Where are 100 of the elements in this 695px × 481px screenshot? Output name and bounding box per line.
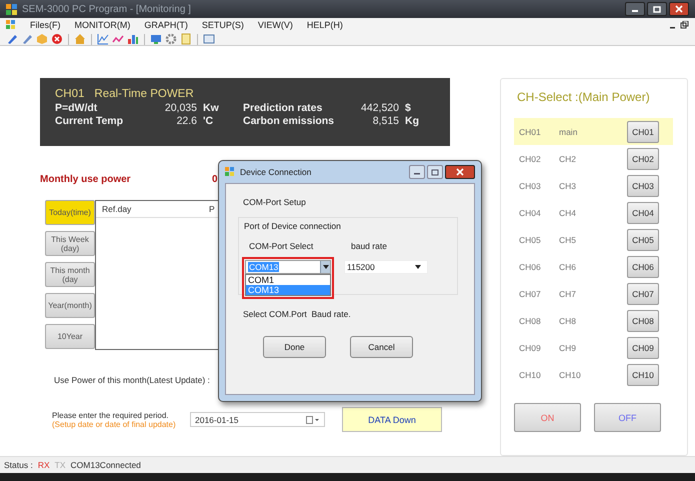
- channel-name: CH3: [559, 180, 578, 191]
- channel-row[interactable]: CH06 CH6 CH06: [514, 253, 673, 280]
- channel-row[interactable]: CH10 CH10 CH10: [514, 361, 673, 388]
- maximize-icon: [431, 168, 439, 176]
- panel-title: Real-Time POWER: [94, 88, 194, 100]
- menu-item[interactable]: HELP(H): [306, 20, 343, 30]
- channel-row[interactable]: CH01 main CH01: [514, 118, 673, 146]
- document-icon: [6, 20, 16, 30]
- stop-icon[interactable]: [51, 33, 63, 46]
- maximize-button[interactable]: [647, 2, 667, 16]
- channel-row[interactable]: CH05 CH5 CH05: [514, 226, 673, 254]
- bar-chart-icon[interactable]: [127, 33, 139, 46]
- dialog-button[interactable]: Cancel: [350, 336, 413, 358]
- period-tab[interactable]: This Week(day): [45, 231, 95, 256]
- channel-row[interactable]: CH02 CH2 CH02: [514, 145, 673, 172]
- baud-value: 115200: [347, 262, 375, 272]
- menu-item[interactable]: Files(F): [30, 20, 60, 30]
- date-value: 2016-01-15: [195, 414, 238, 425]
- port-label: COM-Port Select: [249, 241, 314, 251]
- channel-row[interactable]: CH03 CH3 CH03: [514, 172, 673, 200]
- date-field[interactable]: 2016-01-15: [190, 412, 325, 428]
- channel-name: CH7: [559, 288, 578, 299]
- period-tab[interactable]: This month(day: [45, 262, 95, 288]
- channel-name: main: [559, 126, 578, 137]
- channel-button[interactable]: CH07: [627, 282, 659, 305]
- channel-name: CH9: [559, 342, 578, 353]
- channel-id: CH02: [519, 154, 542, 164]
- channel-id: CH01: [519, 126, 542, 137]
- dropdown-arrow-icon[interactable]: [415, 265, 421, 269]
- line-chart-icon[interactable]: [97, 33, 109, 46]
- gear-icon[interactable]: [165, 33, 177, 46]
- close-button[interactable]: [669, 2, 689, 16]
- window-icon[interactable]: [203, 33, 215, 46]
- metric-unit: $: [405, 102, 412, 114]
- channel-id: CH05: [519, 234, 542, 245]
- metric-value: 8,515: [372, 115, 400, 128]
- channel-button[interactable]: CH03: [627, 174, 659, 197]
- channel-button[interactable]: CH01: [627, 120, 659, 143]
- group-label: Port of Device connection: [244, 221, 342, 231]
- menu-item[interactable]: SETUP(S): [202, 20, 244, 30]
- channel-button[interactable]: CH02: [627, 148, 659, 170]
- pencil-icon[interactable]: [6, 33, 18, 46]
- metric-unit: 'C: [203, 115, 214, 128]
- period-hint: (Setup date or date of final update): [52, 420, 177, 429]
- metric-value: 20,035: [164, 102, 198, 114]
- channel-row[interactable]: CH09 CH9 CH09: [514, 334, 673, 362]
- dialog-hint: Select COM.Port Baud rate.: [243, 309, 352, 319]
- channel-button[interactable]: CH09: [627, 336, 659, 359]
- channel-id: CH03: [519, 180, 542, 191]
- channel-name: CH6: [559, 262, 578, 272]
- channel-button[interactable]: CH08: [627, 310, 659, 332]
- monitor-icon[interactable]: [150, 33, 162, 46]
- window-title: SEM-3000 PC Program - [Monitoring ]: [22, 4, 191, 15]
- period-tab[interactable]: Year(month): [45, 293, 95, 318]
- period-tab[interactable]: 10Year: [45, 324, 95, 350]
- metric-unit: Kw: [203, 102, 220, 114]
- channel-row[interactable]: CH07 CH7 CH07: [514, 280, 673, 308]
- panel-title: CH-Select :(Main Power): [516, 90, 651, 104]
- data-down-button[interactable]: DATA Down: [342, 407, 442, 432]
- channel-id: CH06: [519, 262, 542, 272]
- channel-name: CH2: [559, 154, 578, 164]
- channel-button[interactable]: CH10: [627, 364, 659, 386]
- metric-label: P=dW/dt: [55, 102, 98, 114]
- channel-name: CH4: [559, 208, 578, 218]
- channel-button[interactable]: CH06: [627, 256, 659, 278]
- pencil-icon[interactable]: [21, 33, 33, 46]
- close-icon: [456, 168, 464, 176]
- dialog-title: Device Connection: [240, 167, 312, 177]
- metric-label: Carbon emissions: [243, 115, 336, 128]
- port-value: COM13: [248, 262, 280, 272]
- app-icon: [225, 167, 235, 177]
- baud-select[interactable]: 115200: [344, 260, 428, 274]
- maximize-icon: [653, 6, 661, 13]
- period-prompt: Please enter the required period.: [52, 410, 170, 420]
- metric-value: 22.6: [176, 115, 198, 128]
- menu-item[interactable]: VIEW(V): [258, 20, 293, 30]
- menu-item[interactable]: GRAPH(T): [144, 20, 188, 30]
- mdi-controls-icon[interactable]: [669, 21, 689, 30]
- use-power-label: Use Power of this month(Latest Update) :: [54, 375, 210, 386]
- channel-button[interactable]: CH04: [627, 202, 659, 224]
- app-icon: [6, 4, 17, 15]
- menu-item[interactable]: MONITOR(M): [74, 20, 130, 30]
- minimize-button[interactable]: [625, 2, 645, 16]
- period-tab[interactable]: Today(time): [45, 200, 95, 226]
- channel-button[interactable]: CH05: [627, 228, 659, 251]
- channel-label: CH01: [55, 88, 84, 100]
- channel-id: CH07: [519, 288, 542, 299]
- monthly-label: Monthly use power: [40, 174, 132, 188]
- baud-label: baud rate: [351, 241, 387, 251]
- monthly-value: 0: [212, 174, 218, 188]
- channel-row[interactable]: CH08 CH8 CH08: [514, 307, 673, 334]
- dropdown-arrow-icon[interactable]: [322, 265, 328, 269]
- dialog-button[interactable]: Done: [263, 336, 326, 358]
- channel-id: CH09: [519, 342, 542, 353]
- calendar-icon[interactable]: [306, 416, 320, 424]
- metric-unit: Kg: [405, 115, 420, 128]
- metric-label: Current Temp: [55, 115, 124, 128]
- channel-name: CH5: [559, 234, 578, 245]
- channel-row[interactable]: CH04 CH4 CH04: [514, 199, 673, 226]
- close-button[interactable]: [445, 165, 475, 179]
